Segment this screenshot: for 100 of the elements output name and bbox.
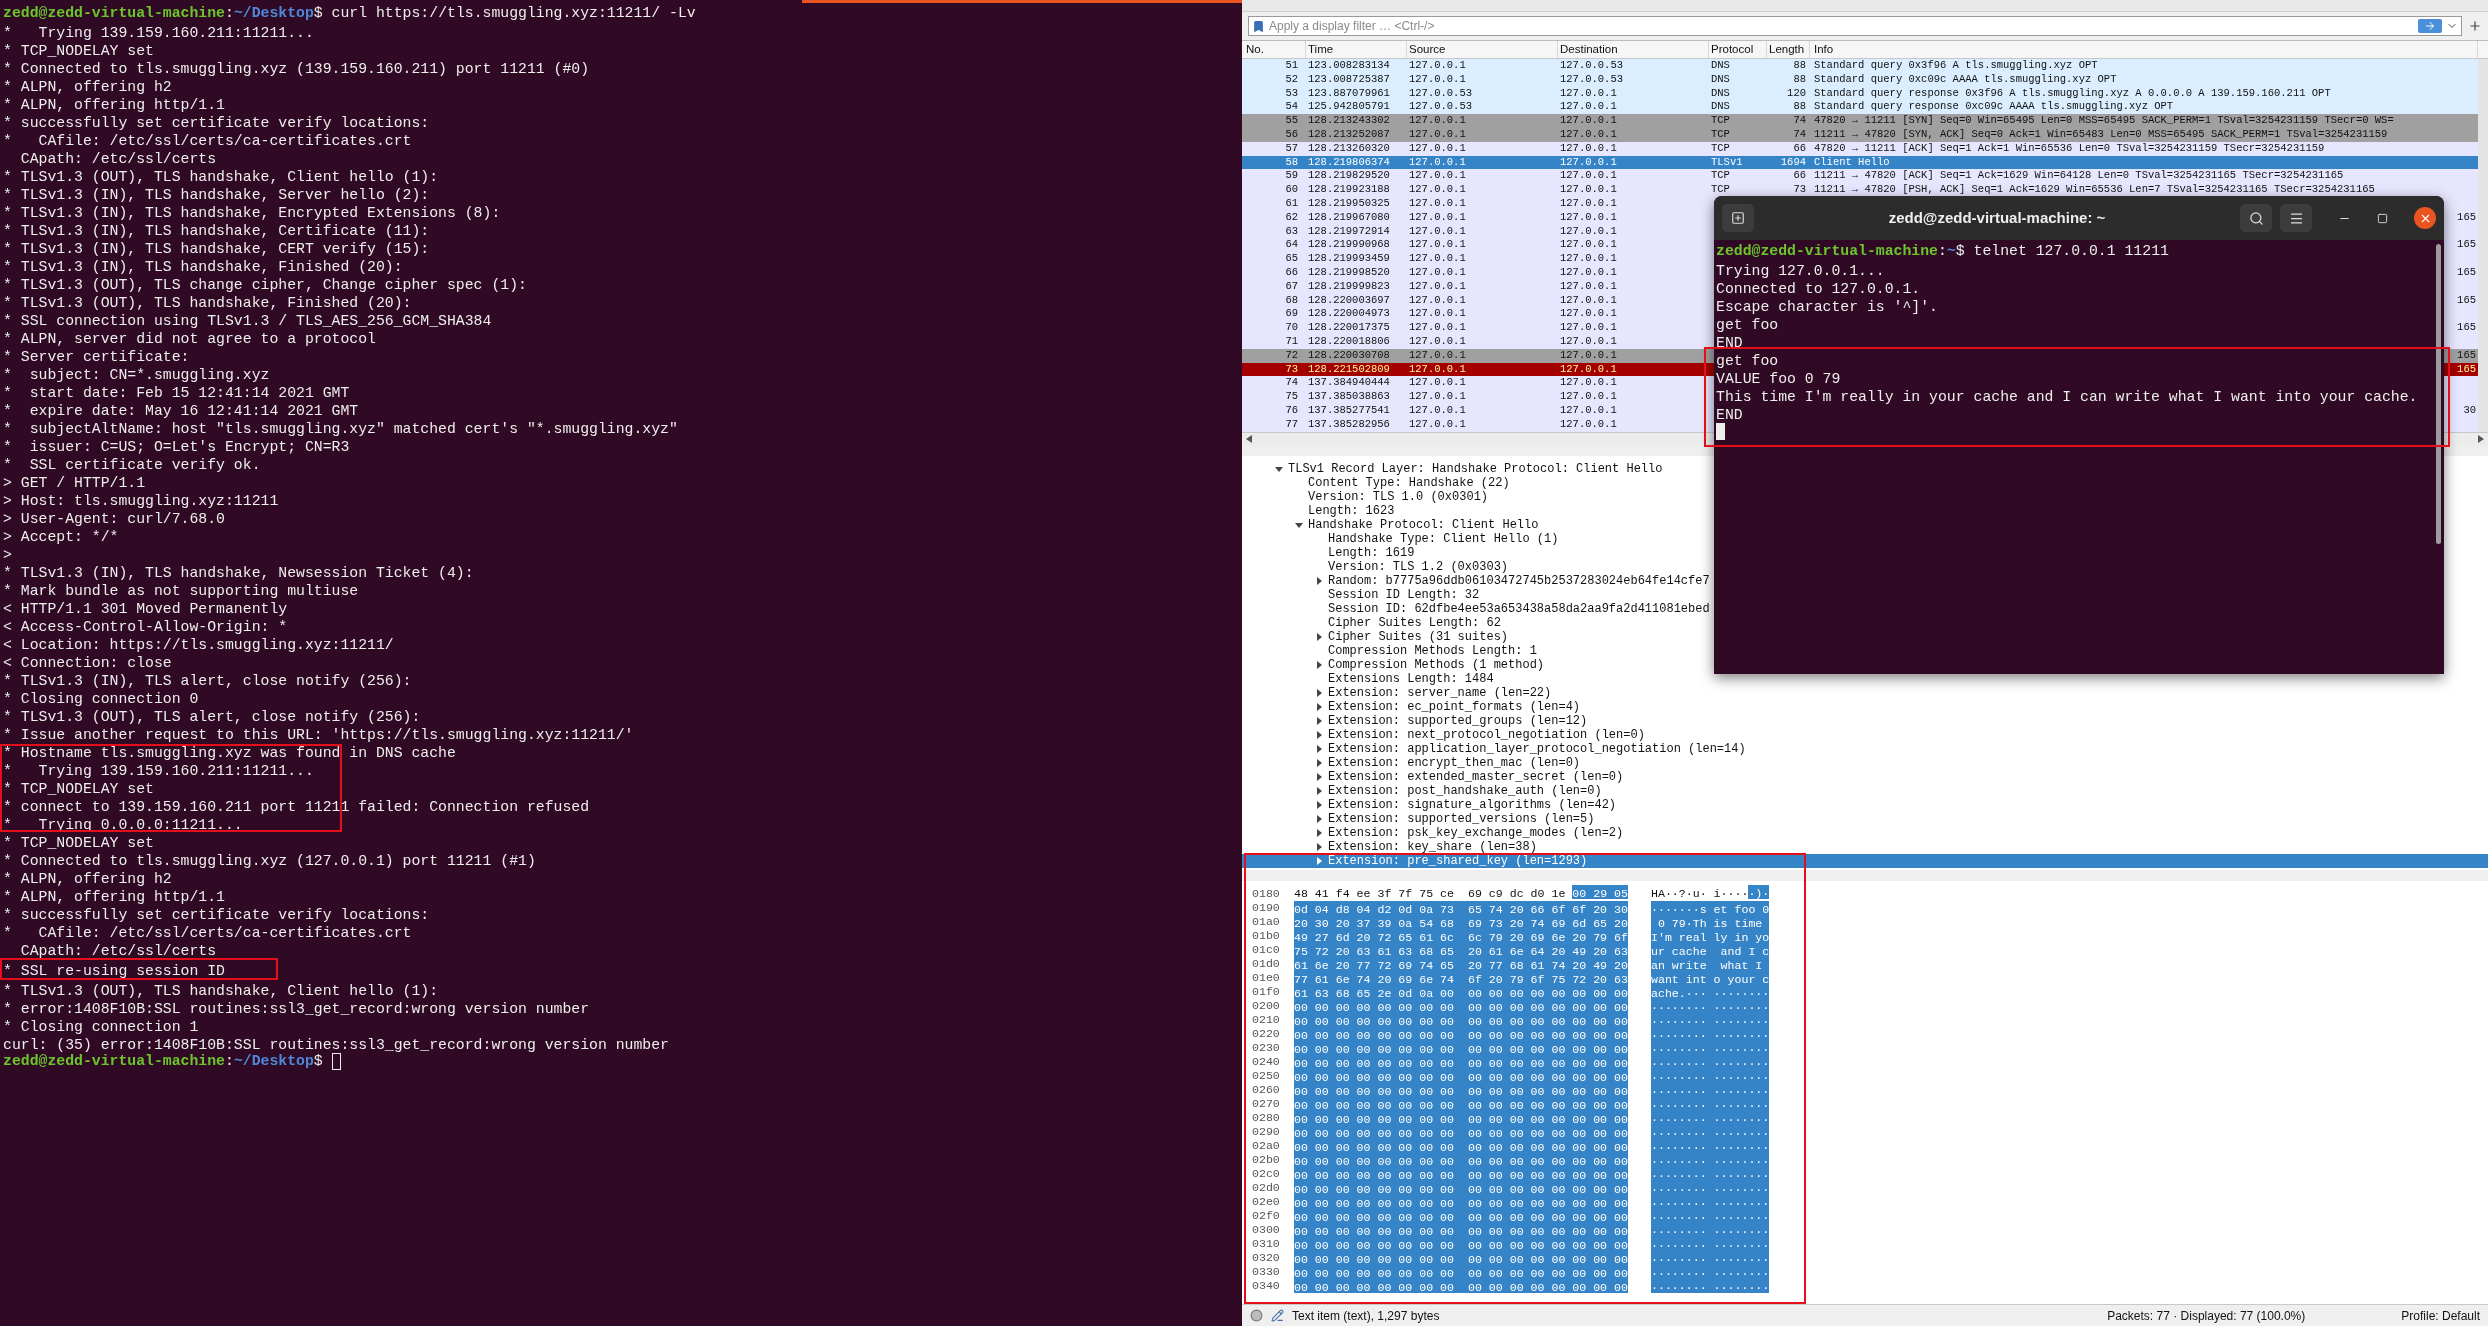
tree-row[interactable]: Extension: application_layer_protocol_negotiation (len=14) [1242,741,2488,756]
scroll-right-icon[interactable] [2478,435,2484,443]
status-circle-icon[interactable] [1250,1309,1263,1322]
scroll-left-icon[interactable] [1246,435,1252,443]
caret-right-icon[interactable] [1315,576,1323,585]
column-header[interactable]: Time [1306,40,1407,59]
tree-row[interactable]: Extension: supported_versions (len=5) [1242,811,2488,826]
offset-cell: 02e0 [1252,1194,1280,1208]
table-cell: 127.0.0.1 [1409,169,1466,182]
caret-right-icon[interactable] [1315,632,1323,641]
table-cell: 128.219998520 [1308,266,1390,278]
search-button[interactable] [2240,204,2272,232]
table-cell: 127.0.0.1 [1409,238,1466,251]
table-cell: 76 [1285,403,1298,416]
offset-cell: 0220 [1252,1026,1280,1040]
table-cell: 127.0.0.1 [1409,334,1466,347]
table-cell: TLSv1 [1711,155,1743,168]
table-cell: DNS [1711,59,1730,72]
table-cell: 127.0.0.1 [1409,403,1466,416]
table-cell: 127.0.0.1 [1560,210,1617,223]
table-cell: 127.0.0.1 [1560,224,1617,237]
offset-cell: 0280 [1252,1110,1280,1124]
tree-row[interactable]: Extension: pre_shared_key (len=1293) [1242,853,2488,868]
tree-row[interactable]: Handshake Protocol: Client Hello [1242,517,2488,532]
table-cell: 165 [2457,320,2476,336]
arrow-right-icon [2424,20,2436,32]
table-cell: 127.0.0.1 [1409,72,1466,85]
table-cell: 58 [1285,155,1298,168]
new-tab-button[interactable] [1722,204,1754,232]
table-cell: Standard query response 0xc09c AAAA tls.smuggling.xyz OPT [1814,100,2174,113]
terminal-line: > Accept: */* [3,528,119,544]
tree-row[interactable]: Extension: post_handshake_auth (len=0) [1242,783,2488,798]
tree-row[interactable]: Extension: key_share (len=38) [1242,839,2488,854]
caret-down-icon[interactable] [1295,520,1303,529]
packet-row[interactable]: 55 128.213243302 127.0.0.1 127.0.0.1 TCP 74 47820 → 11211 [SYN] Seq=0 Win=65495 Len=0 MSS=65495 SACK_PERM=1 TSval=3254231159 TSecr=0 WS= [1242,114,2478,128]
tree-row[interactable]: Extension: psk_key_exchange_modes (len=2) [1242,825,2488,840]
column-header[interactable]: Destination [1558,40,1709,59]
packet-row[interactable]: 59 128.219829520 127.0.0.1 127.0.0.1 TCP 66 11211 → 47820 [ACK] Seq=1 Ack=1629 Win=64128 Len=0 TSval=3254231165 TSecr=3254231165 [1242,169,2478,184]
table-cell-text: 165 [2457,265,2476,280]
column-header[interactable]: Protocol [1709,40,1767,59]
packet-row[interactable]: 54 125.942805791 127.0.0.53 127.0.0.1 DNS 88 Standard query response 0xc09c AAAA tls.smuggling.xyz OPT [1242,100,2478,115]
table-cell: 59 [1285,169,1298,182]
tree-row[interactable]: Compression Methods (1 method) [1242,657,2488,672]
terminal-line: * expire date: May 16 12:41:14 2021 GMT [3,402,359,418]
tree-row[interactable]: Extension: server_name (len=22) [1242,685,2488,700]
caret-right-icon[interactable] [1315,660,1323,669]
scrollbar[interactable] [2436,244,2441,544]
table-cell: 128.219993459 [1308,252,1390,265]
bookmark-icon[interactable] [1252,19,1265,33]
close-button[interactable] [2414,207,2436,229]
table-cell: 57 [1285,141,1298,154]
table-cell: TCP [1711,141,1730,154]
table-cell: 127.0.0.1 [1409,210,1466,223]
filter-field[interactable]: Apply a display filter … <Ctrl-/> [1248,16,2462,36]
table-cell: 127.0.0.1 [1560,348,1617,361]
tree-row[interactable]: Extension: ec_point_formats (len=4) [1242,699,2488,714]
offset-cell: 02f0 [1252,1208,1280,1222]
tree-row[interactable]: Extension: supported_groups (len=12) [1242,713,2488,728]
terminal-line: Trying 127.0.0.1... [1716,262,1885,278]
table-cell: 128.219806374 [1308,155,1390,168]
table-cell: 127.0.0.1 [1409,362,1466,375]
table-cell: 75 [1285,390,1298,403]
table-cell: 127.0.0.1 [1560,279,1617,292]
table-cell: 127.0.0.1 [1560,238,1617,251]
tree-row[interactable]: Extension: encrypt_then_mac (len=0) [1242,755,2488,770]
tree-row[interactable]: Cipher Suites (31 suites) [1242,629,2488,644]
hex-bytes: 0d 04 d8 04 d2 0d 0a 73 65 74 20 66 6f 6f 20 30 [1294,900,1628,915]
tree-row[interactable]: Extension: extended_master_secret (len=0) [1242,769,2488,784]
column-header[interactable]: No. [1242,40,1306,59]
terminal-line: * Issue another request to this URL: 'https://tls.smuggling.xyz:11211/' [3,726,634,742]
prompt-line: zedd@zedd-virtual-machine:~/Desktop$ curl https://tls.smuggling.xyz:11211/ -Lv [3,3,696,23]
column-header[interactable]: Source [1407,40,1558,59]
tree-row[interactable]: Random: b7775a96ddb06103472745b2537283024eb64fe14cfe7 [1242,573,2488,588]
terminal-line: > User-Agent: curl/7.68.0 [3,510,225,526]
caret-down-icon[interactable] [1275,464,1283,473]
scrollbar[interactable] [2478,59,2488,432]
table-cell: 127.0.0.53 [1560,72,1623,85]
packet-row[interactable]: 51 123.008283134 127.0.0.1 127.0.0.53 DNS 88 Standard query 0x3f96 A tls.smuggling.xyz OPT [1242,59,2478,73]
filter-input[interactable]: Apply a display filter … <Ctrl-/> [1269,17,2414,35]
table-cell: 127.0.0.1 [1560,293,1617,306]
tree-row[interactable]: Extension: signature_algorithms (len=42) [1242,797,2488,812]
terminal-line: * ALPN, offering h2 [3,78,172,94]
table-cell: DNS [1711,72,1730,85]
plus-icon[interactable] [2468,19,2482,33]
tree-row[interactable]: Extension: next_protocol_negotiation (len=0) [1242,727,2488,742]
terminal-line: * Trying 139.159.160.211:11211... [3,762,314,778]
column-header[interactable]: Length [1767,40,1810,59]
tree-row[interactable]: TLSv1 Record Layer: Handshake Protocol: Client Hello [1242,461,2488,476]
table-cell: 137.384940444 [1308,376,1390,389]
table-cell-text: 165 [2457,361,2476,377]
packet-row[interactable]: 60 128.219923188 127.0.0.1 127.0.0.1 TCP 73 11211 → 47820 [PSH, ACK] Seq=1 Ack=1629 Win=65536 Len=7 TSval=3254231165 TSecr=3254231165 [1242,183,2478,197]
column-header[interactable]: Info [1810,40,2478,59]
menu-button[interactable] [2280,204,2312,232]
table-cell: 127.0.0.1 [1409,266,1466,278]
maximize-icon[interactable] [2377,212,2388,224]
tree-row[interactable]: Extensions Length: 1484 [1242,671,2488,686]
terminal-line: * Server certificate: [3,348,190,364]
table-cell: 127.0.0.53 [1560,59,1623,72]
pencil-icon[interactable] [1271,1309,1284,1322]
offset-cell: 0340 [1252,1278,1280,1292]
